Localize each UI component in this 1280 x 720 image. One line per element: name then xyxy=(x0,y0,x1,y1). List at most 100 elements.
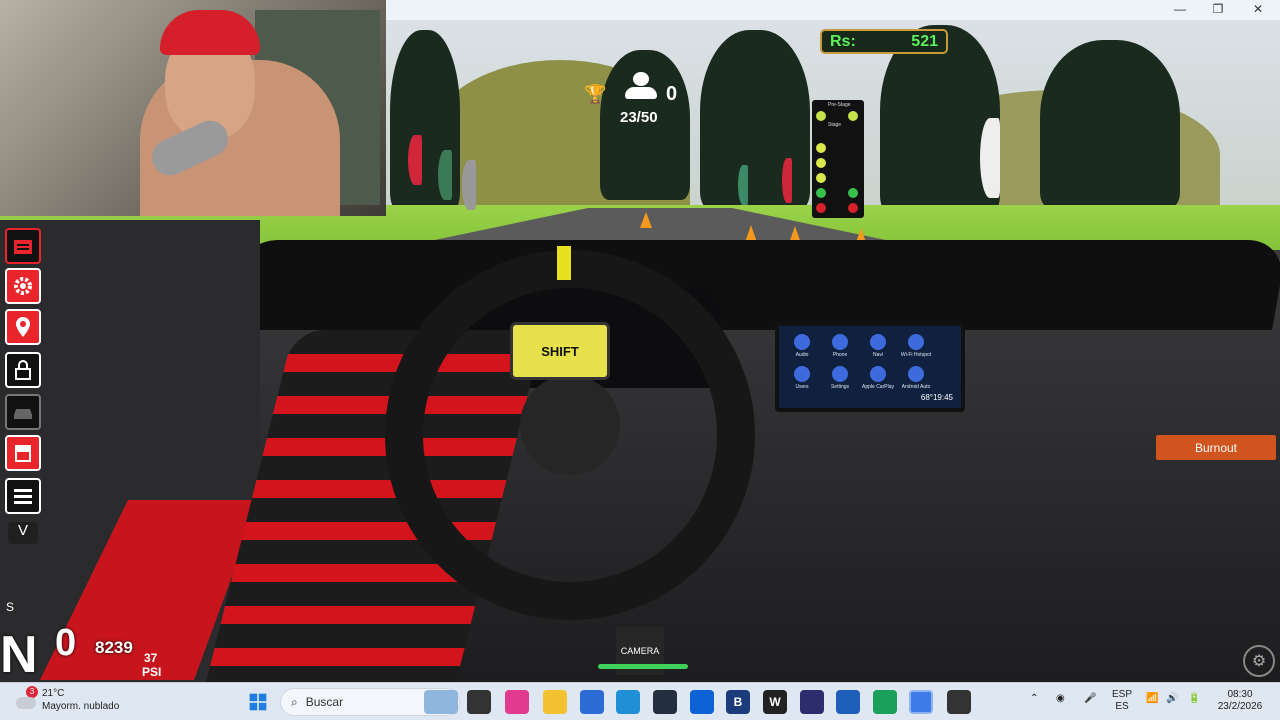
app-phone[interactable]: Phone xyxy=(821,334,859,358)
players-count: 0 xyxy=(666,83,678,105)
lock-icon xyxy=(15,360,31,380)
clock[interactable]: 08:30 23/2/2026 xyxy=(1214,689,1266,713)
app-users[interactable]: Users xyxy=(783,366,821,390)
battery-icon[interactable]: 🔋 xyxy=(1188,693,1200,705)
microphone-icon[interactable]: 🎤 xyxy=(1084,693,1096,705)
wifi-icon[interactable]: 📶 xyxy=(1146,693,1158,705)
start-button[interactable] xyxy=(246,690,270,714)
maximize-button[interactable]: ❐ xyxy=(1208,2,1228,16)
infotainment-clock: 68°19:45 xyxy=(920,393,953,402)
roblox-icon[interactable] xyxy=(947,690,971,714)
lap-counter: 23/50 xyxy=(620,109,658,126)
phone-icon xyxy=(832,334,848,350)
dropbox-icon[interactable] xyxy=(690,690,714,714)
b-app-icon[interactable]: B xyxy=(726,690,750,714)
app-wifi-hotspot[interactable]: Wi-Fi Hotspot xyxy=(897,334,935,358)
windows-icon xyxy=(249,693,267,711)
gear-icon xyxy=(14,277,32,295)
app-navi[interactable]: Navi xyxy=(859,334,897,358)
widgets-icon[interactable] xyxy=(424,690,458,714)
money-label: Rs: xyxy=(830,33,856,50)
search-icon: ⌕ xyxy=(291,694,298,709)
app-settings[interactable]: Settings xyxy=(821,366,859,390)
player-icon xyxy=(625,72,657,102)
copilot-icon[interactable] xyxy=(505,690,529,714)
garage-button[interactable] xyxy=(5,228,41,264)
stage-label: Stage xyxy=(828,122,842,128)
v-key-button[interactable]: V xyxy=(8,522,38,544)
light xyxy=(816,203,826,213)
clock-time: 08:30 xyxy=(1227,689,1253,700)
speed-readout: 0 xyxy=(55,622,77,664)
light xyxy=(816,173,826,183)
weather-temp: 21°C xyxy=(42,688,65,699)
menu-icon xyxy=(14,489,32,504)
lock-button[interactable] xyxy=(5,352,41,388)
tray-app-icon[interactable]: ◉ xyxy=(1056,693,1065,705)
users-icon xyxy=(794,366,810,382)
tree xyxy=(1040,40,1180,210)
light xyxy=(848,203,858,213)
android-auto-icon xyxy=(908,366,924,382)
file-explorer-icon[interactable] xyxy=(543,690,567,714)
tv-app-icon[interactable] xyxy=(800,690,824,714)
navi-icon xyxy=(870,334,886,350)
flag xyxy=(738,165,748,205)
vpn-app-icon[interactable] xyxy=(873,690,897,714)
search-placeholder: Buscar xyxy=(305,695,344,709)
streamer-cap xyxy=(160,10,260,55)
wifi-icon xyxy=(908,334,924,350)
light xyxy=(816,158,826,168)
dashboard-top xyxy=(222,240,1280,330)
app-android-auto[interactable]: Android Auto xyxy=(897,366,935,390)
amazon-icon[interactable] xyxy=(653,690,677,714)
money-value: 521 xyxy=(911,33,938,50)
taskbar: 3 21°C Mayorm. nublado ⌕ Buscar B W ⌃ ◉ … xyxy=(0,682,1280,720)
flag xyxy=(782,158,792,203)
car-button[interactable] xyxy=(5,394,41,430)
w-app-icon[interactable]: W xyxy=(763,690,787,714)
game-viewport[interactable]: Pre-Stage Stage SHIFT Audio Phone Navi W… xyxy=(0,0,1280,682)
camera-bar xyxy=(598,664,688,669)
cloud-icon xyxy=(16,697,36,709)
minimize-button[interactable]: — xyxy=(1170,2,1190,16)
app-apple-carplay[interactable]: Apple CarPlay xyxy=(859,366,897,390)
map-pin-icon xyxy=(16,317,30,337)
flag xyxy=(438,150,452,200)
task-view-icon[interactable] xyxy=(467,690,491,714)
lang-bottom: ES xyxy=(1115,701,1129,712)
roblox-studio-icon[interactable] xyxy=(909,690,933,714)
boost-value: 37 xyxy=(144,651,158,665)
flag xyxy=(462,160,476,210)
flag xyxy=(980,118,1000,198)
money-display: Rs: 521 xyxy=(820,29,948,54)
audio-icon xyxy=(794,334,810,350)
infotainment-screen[interactable]: Audio Phone Navi Wi-Fi Hotspot Users Set… xyxy=(775,322,965,412)
outlook-icon[interactable] xyxy=(836,690,860,714)
close-button[interactable]: ✕ xyxy=(1248,2,1268,16)
light xyxy=(848,188,858,198)
tray-chevron-icon[interactable]: ⌃ xyxy=(1030,693,1038,705)
app-audio[interactable]: Audio xyxy=(783,334,821,358)
volume-icon[interactable]: 🔊 xyxy=(1166,693,1178,705)
language-indicator[interactable]: ESP ES xyxy=(1112,689,1132,713)
edge-icon[interactable] xyxy=(616,690,640,714)
light xyxy=(816,143,826,153)
light xyxy=(816,111,826,121)
carplay-icon xyxy=(870,366,886,382)
menu-button[interactable] xyxy=(5,478,41,514)
garage-icon xyxy=(14,240,32,254)
shop-icon xyxy=(15,445,31,462)
settings-button[interactable] xyxy=(5,268,41,304)
webcam-overlay xyxy=(0,0,386,216)
steering-hub xyxy=(520,375,620,475)
weather-desc: Mayorm. nublado xyxy=(42,701,120,712)
map-button[interactable] xyxy=(5,309,41,345)
prestage-label: Pre-Stage xyxy=(828,102,851,108)
roblox-settings-button[interactable]: ⚙ xyxy=(1243,645,1275,677)
shop-button[interactable] xyxy=(5,435,41,471)
weather-widget[interactable]: 3 21°C Mayorm. nublado xyxy=(16,686,120,713)
burnout-button[interactable]: Burnout xyxy=(1156,435,1276,460)
traffic-cone xyxy=(640,212,652,228)
store-icon[interactable] xyxy=(580,690,604,714)
